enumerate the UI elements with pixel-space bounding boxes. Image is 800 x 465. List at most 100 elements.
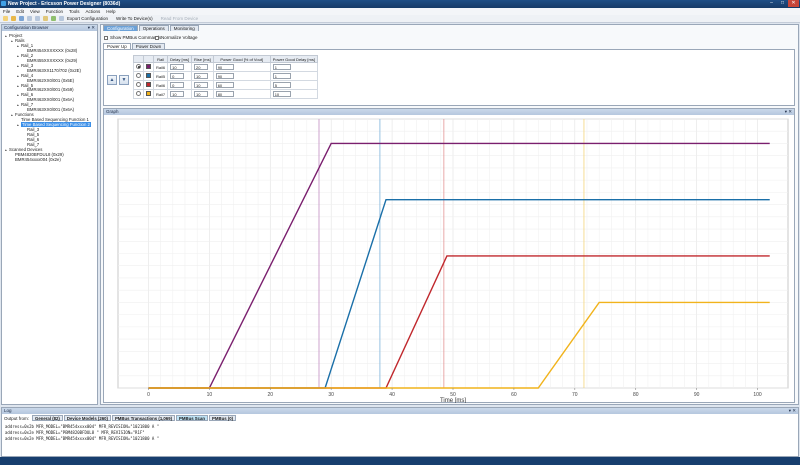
power-good-delay-cell[interactable]: 1 xyxy=(269,71,318,81)
row-select-radio[interactable] xyxy=(133,62,144,72)
rail-name-cell: Rail5 xyxy=(152,71,169,81)
power-good-cell[interactable]: 90 xyxy=(212,71,271,81)
delay-cell[interactable]: 0 xyxy=(167,80,193,90)
export-configuration-button[interactable]: Export Configuration xyxy=(67,16,108,21)
rise-input[interactable]: 20 xyxy=(194,64,209,70)
close-button[interactable]: ✕ xyxy=(788,0,799,7)
power-good-delay-input[interactable]: 1 xyxy=(272,64,291,70)
table-row[interactable]: Rail7 10 10 80 10 xyxy=(133,89,318,99)
rail-name-cell: Rail6 xyxy=(152,62,169,72)
power-good-delay-cell[interactable]: 1 xyxy=(269,62,318,72)
tab-operations[interactable]: Operations xyxy=(138,25,169,31)
paste-icon[interactable] xyxy=(43,16,48,21)
x-tick-label: 70 xyxy=(572,392,578,398)
rise-cell[interactable]: 20 xyxy=(191,62,214,72)
delay-input[interactable]: 10 xyxy=(170,91,185,97)
read-from-device-button[interactable]: Read From Device xyxy=(161,16,199,21)
refresh-icon[interactable] xyxy=(51,16,56,21)
power-good-cell[interactable]: 80 xyxy=(212,89,271,99)
delay-input[interactable]: 0 xyxy=(170,82,185,88)
move-down-button[interactable]: ▼ xyxy=(119,75,129,85)
menu-help[interactable]: Help xyxy=(106,9,115,14)
rise-cell[interactable]: 10 xyxy=(191,89,214,99)
menu-actions[interactable]: Actions xyxy=(86,9,101,14)
table-row[interactable]: Rail6 10 20 90 1 xyxy=(133,62,318,72)
radio-icon[interactable] xyxy=(136,82,141,87)
power-good-delay-cell[interactable]: 10 xyxy=(269,89,318,99)
power-good-cell[interactable]: 60 xyxy=(212,80,271,90)
rail-color-cell xyxy=(143,89,154,99)
menu-tools[interactable]: Tools xyxy=(69,9,80,14)
delay-cell[interactable]: 10 xyxy=(167,62,193,72)
col-rail: Rail xyxy=(152,55,169,63)
show-pmbus-checkbox[interactable]: Show PMBus Commands xyxy=(104,35,161,40)
move-up-button[interactable]: ▲ xyxy=(107,75,117,85)
write-to-devices-button[interactable]: Write To Device(s) xyxy=(116,16,153,21)
col-delay: Delay [ms] xyxy=(167,55,193,63)
col-color xyxy=(143,55,154,63)
copy-icon[interactable] xyxy=(35,16,40,21)
new-file-icon[interactable] xyxy=(3,16,8,21)
radio-icon[interactable] xyxy=(136,91,141,96)
tree-item[interactable]: BMR454xxxx004 (0x2e) xyxy=(11,157,61,162)
checkbox-box[interactable] xyxy=(155,35,159,40)
radio-icon[interactable] xyxy=(136,64,141,69)
power-good-cell[interactable]: 90 xyxy=(212,62,271,72)
power-good-delay-input[interactable]: 10 xyxy=(272,91,291,97)
save-icon[interactable] xyxy=(19,16,24,21)
log-tab[interactable]: PMBus Scan xyxy=(176,415,209,421)
tab-configuration[interactable]: Configuration xyxy=(103,25,138,31)
panel-pin-close-icon[interactable]: ▾ ✕ xyxy=(88,25,95,31)
log-line: address=0x2b MFR_MODEL="BMR454xxxx004" M… xyxy=(5,424,160,429)
output-from-label: Output from: xyxy=(4,415,30,421)
minimize-button[interactable]: – xyxy=(766,0,777,7)
rise-cell[interactable]: 10 xyxy=(191,80,214,90)
radio-icon[interactable] xyxy=(136,73,141,78)
delay-input[interactable]: 10 xyxy=(170,64,185,70)
power-good-delay-input[interactable]: 5 xyxy=(272,82,291,88)
menu-edit[interactable]: Edit xyxy=(16,9,24,14)
log-line: address=0x2e MFR_MODEL="PBM4820BFDUL8 " … xyxy=(5,430,145,435)
menu-view[interactable]: View xyxy=(30,9,40,14)
delay-cell[interactable]: 10 xyxy=(167,89,193,99)
rise-input[interactable]: 10 xyxy=(194,82,209,88)
tree-item-label: BMR455XXXXXXX (0x29) xyxy=(27,57,78,63)
power-good-input[interactable]: 60 xyxy=(215,82,234,88)
rise-cell[interactable]: 10 xyxy=(191,71,214,81)
menu-function[interactable]: Function xyxy=(46,9,63,14)
rail-color-swatch xyxy=(146,64,151,69)
log-tab[interactable]: PMBus Transactions (1,069) xyxy=(111,415,176,421)
open-folder-icon[interactable] xyxy=(11,16,16,21)
sequencing-chart[interactable]: 0 10 20 30 40 50 60 70 80 90 100Time [ms] xyxy=(104,115,794,403)
settings-icon[interactable] xyxy=(59,16,64,21)
col-select xyxy=(133,55,144,63)
power-good-input[interactable]: 90 xyxy=(215,73,234,79)
x-tick-label: 30 xyxy=(328,392,334,398)
menu-file[interactable]: File xyxy=(3,9,10,14)
power-good-input[interactable]: 90 xyxy=(215,64,234,70)
row-select-radio[interactable] xyxy=(133,80,144,90)
x-tick-label: 60 xyxy=(511,392,517,398)
rise-input[interactable]: 10 xyxy=(194,91,209,97)
delay-cell[interactable]: 0 xyxy=(167,71,193,81)
row-select-radio[interactable] xyxy=(133,71,144,81)
table-row[interactable]: Rail6 0 10 60 5 xyxy=(133,80,318,90)
power-good-input[interactable]: 80 xyxy=(215,91,234,97)
checkbox-box[interactable] xyxy=(104,35,108,40)
log-tab[interactable]: General (82) xyxy=(32,415,63,421)
log-line: address=0x2e MFR_MODEL="BMR454xxxx004" M… xyxy=(5,436,160,441)
row-select-radio[interactable] xyxy=(133,89,144,99)
power-good-delay-input[interactable]: 1 xyxy=(272,73,291,79)
cut-icon[interactable] xyxy=(27,16,32,21)
table-row[interactable]: Rail5 0 10 90 1 xyxy=(133,71,318,81)
maximize-button[interactable]: □ xyxy=(777,0,788,7)
normalize-voltage-checkbox[interactable]: Normalize Voltage xyxy=(155,35,198,40)
log-tab[interactable]: Device Models (260) xyxy=(63,415,111,421)
tab-monitoring[interactable]: Monitoring xyxy=(169,25,199,31)
log-tab[interactable]: PMBus (0) xyxy=(209,415,237,421)
power-good-delay-cell[interactable]: 5 xyxy=(269,80,318,90)
delay-input[interactable]: 0 xyxy=(170,73,185,79)
log-pin-close-icon[interactable]: ▾ ✕ xyxy=(789,408,796,414)
log-panel: Log ▾ ✕ Output from: General (82) Device … xyxy=(1,407,799,457)
rise-input[interactable]: 10 xyxy=(194,73,209,79)
